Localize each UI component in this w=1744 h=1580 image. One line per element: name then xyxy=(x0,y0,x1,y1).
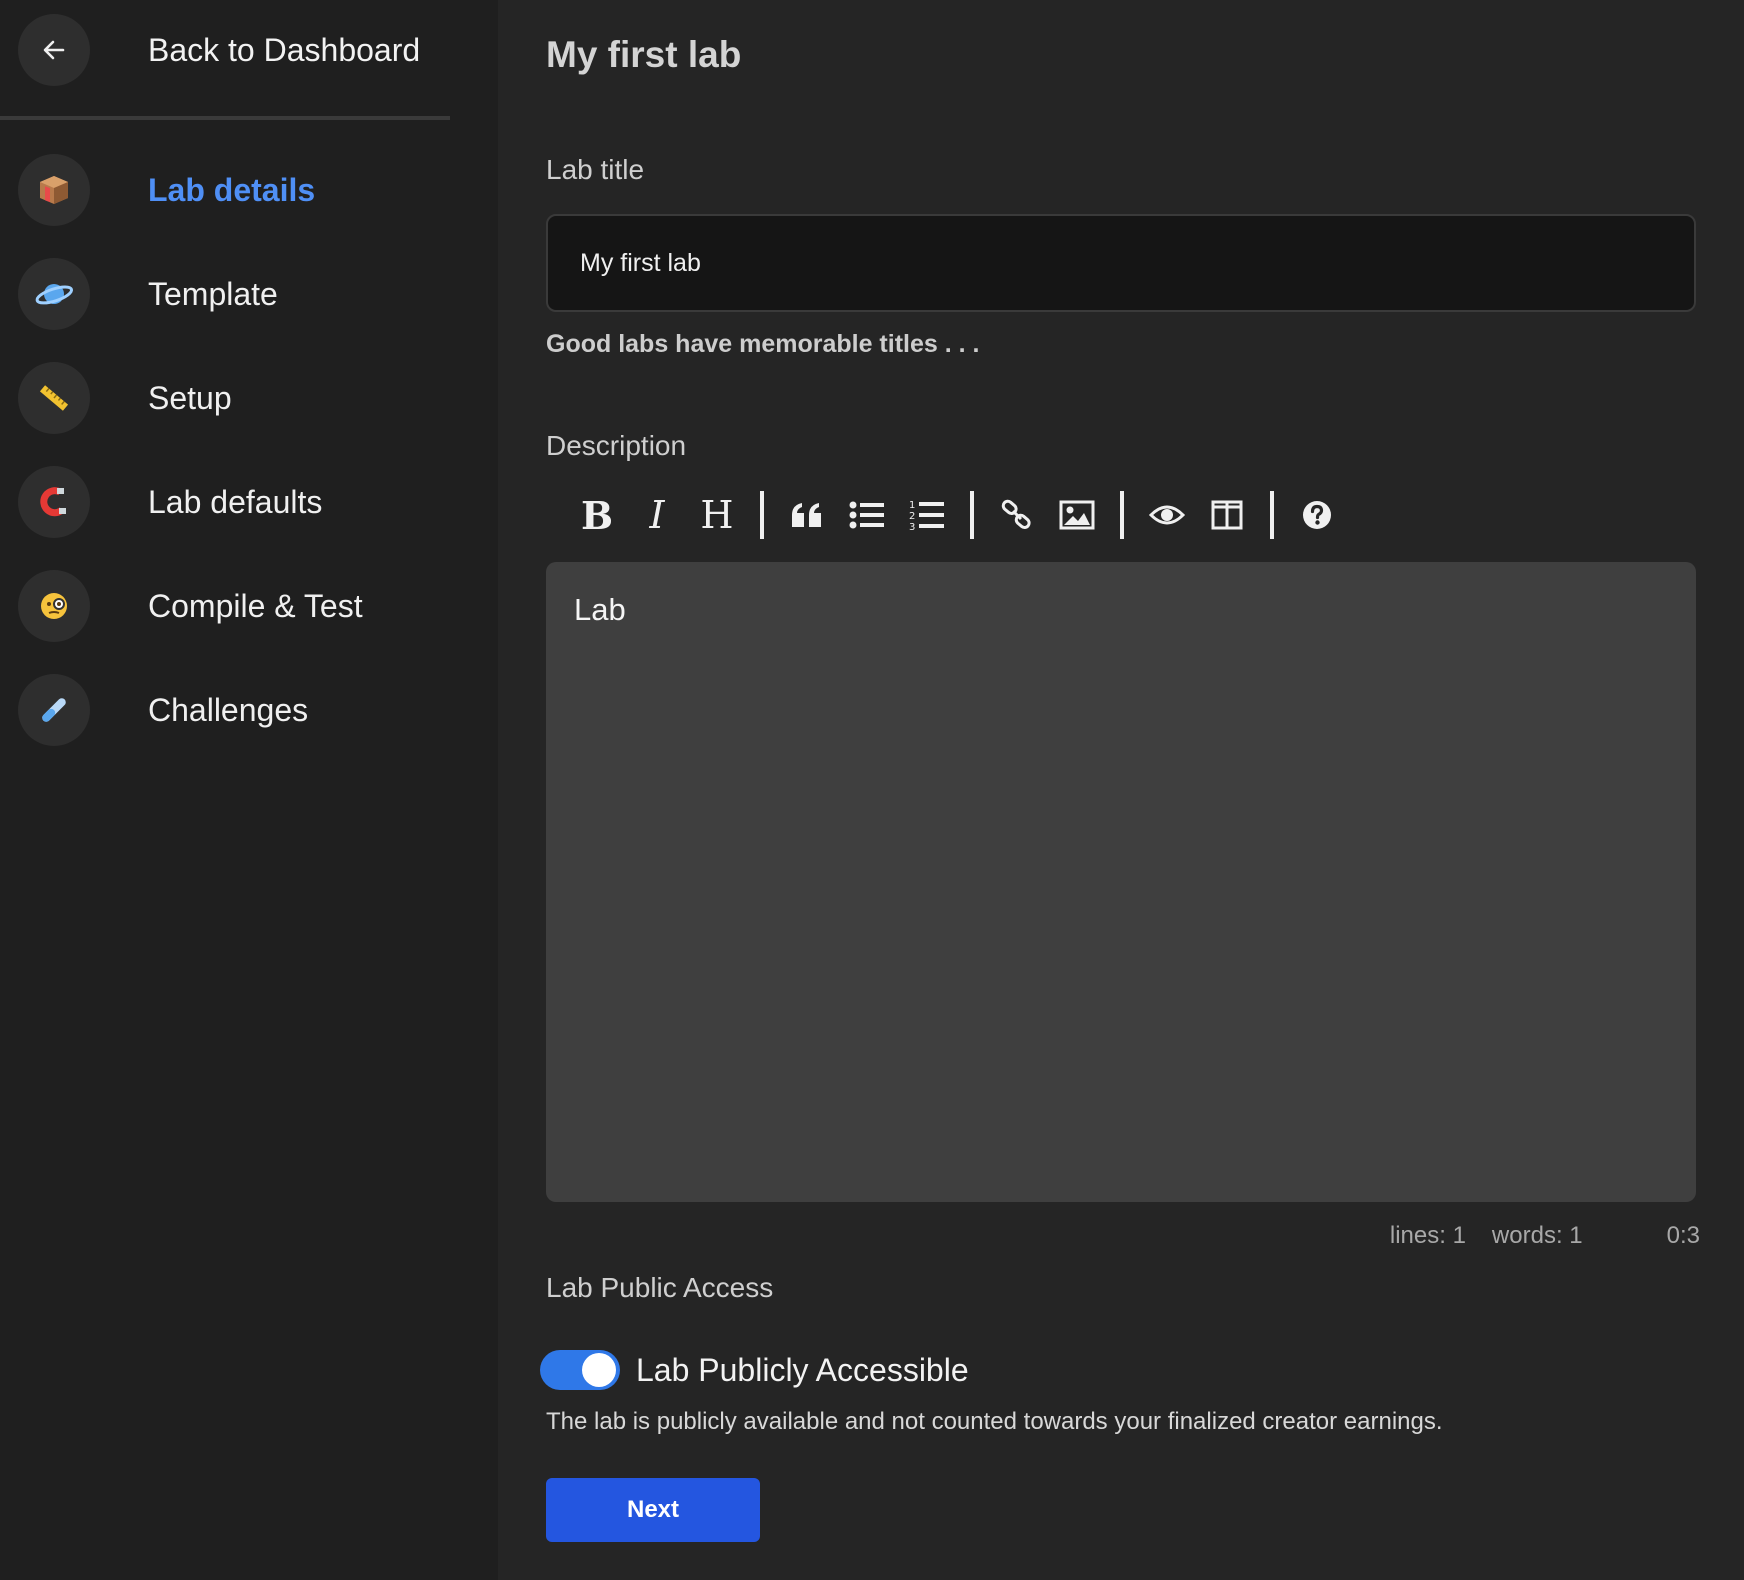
help-button[interactable] xyxy=(1294,492,1340,538)
sidebar-item-icon-wrap xyxy=(18,362,90,434)
next-button[interactable]: Next xyxy=(546,1478,760,1542)
sidebar-item-label: Lab details xyxy=(148,171,316,208)
sidebar-divider xyxy=(0,116,450,120)
sidebar-item-icon-wrap xyxy=(18,466,90,538)
sidebar-item-label: Compile & Test xyxy=(148,587,363,624)
description-label: Description xyxy=(546,430,687,461)
question-circle-icon xyxy=(1303,501,1331,529)
image-icon xyxy=(1059,500,1095,530)
sidebar-item-label: Template xyxy=(148,275,278,312)
planet-icon xyxy=(35,284,74,305)
lab-title-input[interactable] xyxy=(546,214,1696,312)
sidebar-item-icon-wrap xyxy=(18,154,90,226)
italic-button[interactable]: I xyxy=(634,492,680,538)
back-to-dashboard-link[interactable]: Back to Dashboard xyxy=(18,14,420,86)
description-editor[interactable]: Lab xyxy=(546,562,1696,1202)
sidebar-item-label: Challenges xyxy=(148,691,309,728)
test-tube-icon xyxy=(42,698,66,722)
public-access-toggle[interactable] xyxy=(540,1350,620,1390)
columns-icon xyxy=(1211,500,1243,530)
bold-button[interactable]: B xyxy=(574,492,620,538)
arrow-left-icon xyxy=(43,40,65,60)
quote-icon xyxy=(792,503,821,527)
public-access-toggle-label[interactable]: Lab Publicly Accessible xyxy=(636,1350,969,1390)
image-button[interactable] xyxy=(1054,492,1100,538)
back-to-dashboard-label[interactable]: Back to Dashboard xyxy=(148,32,420,69)
line-count: lines: 1 xyxy=(1389,1222,1466,1249)
italic-icon: I xyxy=(649,493,665,537)
side-by-side-button[interactable] xyxy=(1204,492,1250,538)
ordered-list-button[interactable]: 1 2 3 xyxy=(904,492,950,538)
editor-statusbar: lines: 1 words: 1 0:3 xyxy=(1364,1222,1700,1250)
svg-text:1: 1 xyxy=(909,500,915,511)
editor-toolbar: B I H 1 2 3 xyxy=(574,488,1354,542)
toolbar-separator xyxy=(760,491,764,539)
sidebar-item-label: Lab defaults xyxy=(148,483,323,520)
sidebar-item-lab-defaults[interactable]: Lab defaults xyxy=(18,466,478,538)
sidebar-nav: Lab details Template Setup Lab defaults … xyxy=(18,154,478,778)
svg-text:2: 2 xyxy=(909,511,915,522)
sidebar-item-label: Setup xyxy=(148,379,232,416)
svg-text:3: 3 xyxy=(909,522,915,532)
cursor-position: 0:3 xyxy=(1666,1222,1700,1249)
sidebar-item-icon-wrap xyxy=(18,258,90,330)
link-button[interactable] xyxy=(994,492,1040,538)
monocle-face-icon xyxy=(41,593,67,619)
link-icon xyxy=(1001,499,1031,529)
toggle-knob xyxy=(582,1353,616,1387)
bullet-list-icon xyxy=(849,501,884,529)
sidebar-item-icon-wrap xyxy=(18,570,90,642)
back-button[interactable] xyxy=(18,14,90,86)
sidebar: Back to Dashboard Lab details Template S… xyxy=(0,0,498,1580)
public-access-description: The lab is publicly available and not co… xyxy=(546,1408,1443,1435)
unordered-list-button[interactable] xyxy=(844,492,890,538)
eye-icon xyxy=(1149,505,1185,525)
magnet-icon xyxy=(40,487,66,517)
toolbar-separator xyxy=(970,491,974,539)
toolbar-separator xyxy=(1270,491,1274,539)
toolbar-separator xyxy=(1120,491,1124,539)
numbered-list-icon: 1 2 3 xyxy=(909,500,944,532)
sidebar-item-compile-test[interactable]: Compile & Test xyxy=(18,570,478,642)
quote-button[interactable] xyxy=(784,492,830,538)
heading-button[interactable]: H xyxy=(694,492,740,538)
preview-button[interactable] xyxy=(1144,492,1190,538)
lab-title-label: Lab title xyxy=(546,154,645,185)
sidebar-item-setup[interactable]: Setup xyxy=(18,362,478,434)
word-count: words: 1 xyxy=(1491,1222,1583,1249)
lab-public-access-label: Lab Public Access xyxy=(546,1272,774,1303)
ruler-icon xyxy=(39,385,69,411)
sidebar-item-challenges[interactable]: Challenges xyxy=(18,674,478,746)
editor-content: Lab xyxy=(574,592,626,627)
package-icon xyxy=(40,176,68,204)
sidebar-item-icon-wrap xyxy=(18,674,90,746)
sidebar-item-template[interactable]: Template xyxy=(18,258,478,330)
lab-title-hint: Good labs have memorable titles . . . xyxy=(546,330,980,358)
page-title: My first lab xyxy=(546,34,742,75)
bold-icon: B xyxy=(580,492,614,538)
heading-icon: H xyxy=(700,493,734,537)
sidebar-item-lab-details[interactable]: Lab details xyxy=(18,154,478,226)
